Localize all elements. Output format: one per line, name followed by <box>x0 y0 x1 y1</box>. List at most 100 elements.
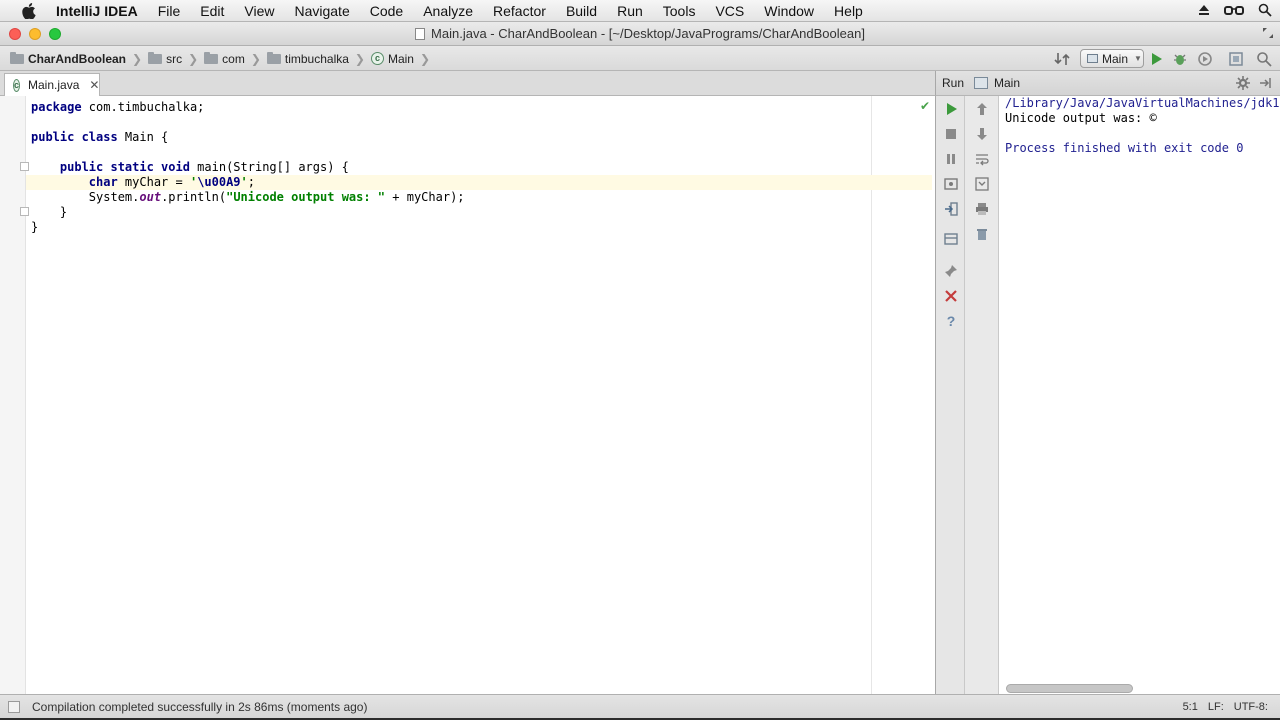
fold-marker-icon[interactable] <box>20 162 29 171</box>
code-line[interactable]: System.out.println("Unicode output was: … <box>31 190 932 205</box>
close-icon[interactable] <box>943 288 959 304</box>
fullscreen-icon[interactable] <box>1262 27 1274 42</box>
menu-run[interactable]: Run <box>607 0 653 22</box>
console-horizontal-scrollbar[interactable] <box>1006 684 1133 693</box>
dump-threads-icon[interactable] <box>943 176 959 192</box>
class-icon: c <box>13 78 21 92</box>
breadcrumb-src-label: src <box>166 51 183 66</box>
console-tab-icon <box>974 77 989 89</box>
pin-icon[interactable] <box>943 263 959 279</box>
menu-view[interactable]: View <box>234 0 284 22</box>
code-line[interactable]: char myChar = '\u00A9'; <box>26 175 932 190</box>
print-icon[interactable] <box>974 201 990 217</box>
chevron-right-icon: ❯ <box>132 51 143 66</box>
apple-icon[interactable] <box>18 2 40 19</box>
arrow-up-icon[interactable] <box>974 101 990 117</box>
close-icon[interactable]: ✕ <box>89 78 99 92</box>
chevron-right-icon: ❯ <box>354 51 365 66</box>
tab-main-java[interactable]: c Main.java ✕ <box>4 73 100 96</box>
rerun-icon[interactable] <box>943 101 959 117</box>
code-token: public static void <box>59 160 190 174</box>
breadcrumb-com[interactable]: com ❯ <box>202 51 265 66</box>
scroll-to-end-icon[interactable] <box>974 176 990 192</box>
run-tab-main[interactable]: Main <box>994 76 1020 90</box>
project-structure-icon[interactable] <box>1228 51 1244 67</box>
code-line[interactable]: package com.timbuchalka; <box>31 100 932 115</box>
menu-refactor[interactable]: Refactor <box>483 0 556 22</box>
cursor-position[interactable]: 5:1 <box>1183 701 1198 713</box>
spotlight-search-icon[interactable] <box>1258 3 1272 20</box>
code-line[interactable]: } <box>31 205 932 220</box>
code-token: Main { <box>117 130 169 144</box>
chevron-right-icon: ❯ <box>188 51 199 66</box>
run-with-coverage-icon[interactable] <box>1197 51 1213 67</box>
breadcrumb-project[interactable]: CharAndBoolean ❯ <box>8 51 146 66</box>
folder-icon <box>10 51 24 64</box>
menu-navigate[interactable]: Navigate <box>284 0 359 22</box>
status-bar: Compilation completed successfully in 2s… <box>0 694 1280 718</box>
code-content[interactable]: package com.timbuchalka; public class Mai… <box>26 100 932 235</box>
tool-windows-toggle-icon[interactable] <box>8 700 20 713</box>
run-icon[interactable] <box>1148 51 1164 67</box>
vcs-update-icon[interactable] <box>1054 51 1070 67</box>
code-editor[interactable]: package com.timbuchalka; public class Mai… <box>0 96 935 694</box>
menu-file[interactable]: File <box>148 0 191 22</box>
menu-help[interactable]: Help <box>824 0 873 22</box>
run-configuration-select[interactable]: Main ▼ <box>1080 49 1144 68</box>
breadcrumb-src[interactable]: src ❯ <box>146 51 202 66</box>
editor-gutter <box>0 96 26 694</box>
code-token: "Unicode output was: " <box>226 190 386 204</box>
code-token: com.timbuchalka; <box>81 100 205 114</box>
breadcrumb-timbuchalka-label: timbuchalka <box>284 51 349 66</box>
editor-tab-bar: c Main.java ✕ <box>0 71 935 96</box>
breadcrumb-main[interactable]: c Main ❯ <box>369 52 434 66</box>
menu-analyze[interactable]: Analyze <box>413 0 483 22</box>
navigation-bar: CharAndBoolean ❯ src ❯ com ❯ timbuchalka ❯ c… <box>0 46 1280 71</box>
document-icon <box>415 28 426 40</box>
chevron-right-icon: ❯ <box>419 51 431 66</box>
code-token: \u00A9 <box>197 175 241 189</box>
code-token: } <box>31 220 39 234</box>
pause-icon[interactable] <box>943 151 959 167</box>
breadcrumb-main-label: Main <box>387 51 414 66</box>
folder-icon <box>148 51 163 64</box>
menu-app-name[interactable]: IntelliJ IDEA <box>52 0 148 22</box>
arrow-down-icon[interactable] <box>974 126 990 142</box>
glasses-icon[interactable] <box>1224 4 1244 19</box>
run-toolbar-primary: ? <box>935 96 965 694</box>
restore-layout-icon[interactable] <box>943 231 959 247</box>
debug-icon[interactable] <box>1172 51 1188 67</box>
class-icon: c <box>370 52 384 65</box>
code-line[interactable] <box>31 115 932 130</box>
file-encoding[interactable]: UTF-8: <box>1234 701 1268 713</box>
menu-code[interactable]: Code <box>360 0 413 22</box>
chevron-right-icon: ❯ <box>250 51 261 66</box>
menu-build[interactable]: Build <box>556 0 607 22</box>
eject-icon[interactable] <box>1198 4 1210 19</box>
code-line[interactable]: public static void main(String[] args) { <box>31 160 932 175</box>
hide-panel-icon[interactable] <box>1258 76 1272 93</box>
soft-wrap-icon[interactable] <box>974 151 990 167</box>
code-line[interactable] <box>31 145 932 160</box>
menu-tools[interactable]: Tools <box>653 0 706 22</box>
trash-icon[interactable] <box>974 226 990 242</box>
code-token: char <box>88 175 118 189</box>
breadcrumb-timbuchalka[interactable]: timbuchalka ❯ <box>265 51 369 66</box>
window-title-bar: Main.java - CharAndBoolean - [~/Desktop/… <box>0 22 1280 46</box>
code-line[interactable]: public class Main { <box>31 130 932 145</box>
menu-edit[interactable]: Edit <box>190 0 234 22</box>
fold-marker-icon[interactable] <box>20 207 29 216</box>
exit-icon[interactable] <box>943 201 959 217</box>
help-icon[interactable]: ? <box>943 313 959 329</box>
menu-vcs[interactable]: VCS <box>705 0 754 22</box>
menu-window[interactable]: Window <box>754 0 824 22</box>
gear-icon[interactable] <box>1236 76 1250 93</box>
code-line[interactable]: } <box>31 220 932 235</box>
console-output[interactable]: /Library/Java/JavaVirtualMachines/jdk1 Un… <box>999 96 1280 694</box>
code-token: main(String[] args) { <box>189 160 349 174</box>
run-config-label: Main <box>1102 51 1129 66</box>
search-everywhere-icon[interactable] <box>1256 51 1272 67</box>
line-separator[interactable]: LF: <box>1208 701 1224 713</box>
code-token: .println( <box>161 190 227 204</box>
stop-icon[interactable] <box>943 126 959 142</box>
